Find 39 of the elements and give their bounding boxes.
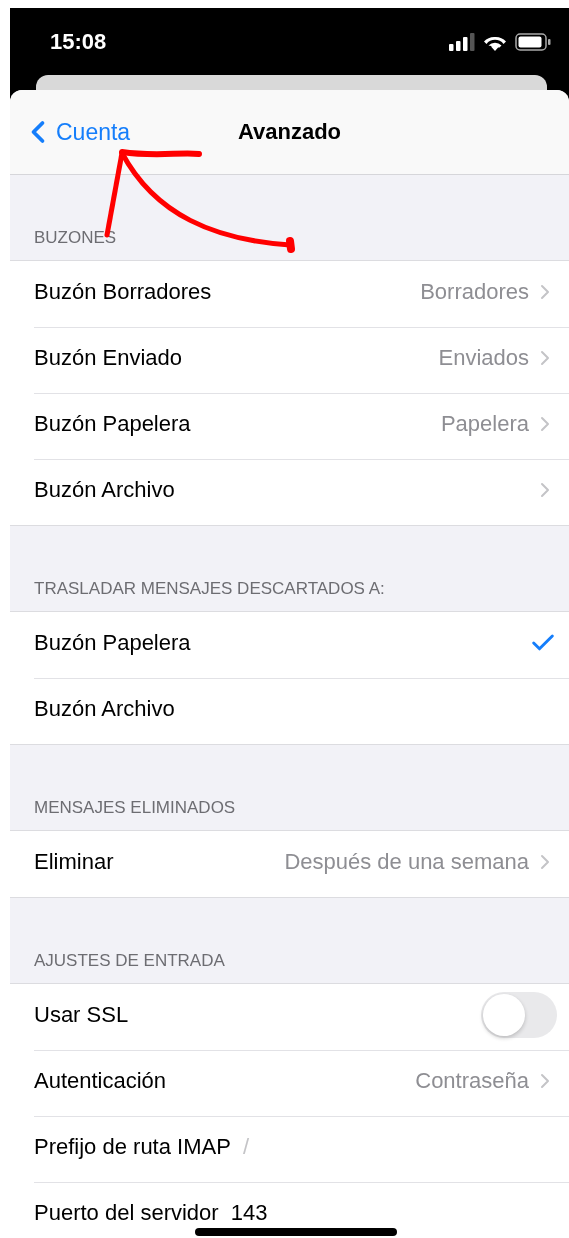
row-label: Eliminar — [34, 849, 114, 875]
input-field[interactable]: / — [242, 1134, 557, 1160]
row-value: Después de una semana — [284, 849, 529, 875]
list-row[interactable]: Buzón Enviado Enviados — [10, 327, 569, 393]
input-field[interactable]: 143 — [230, 1200, 557, 1226]
list-row[interactable]: Buzón Archivo — [10, 459, 569, 525]
row-label: Buzón Enviado — [34, 345, 182, 371]
list-row[interactable]: Autenticación Contraseña — [10, 1050, 569, 1116]
nav-title: Avanzado — [237, 119, 342, 145]
status-time: 15:08 — [50, 28, 107, 55]
back-button[interactable]: Cuenta — [10, 114, 131, 150]
list-row[interactable]: Puerto del servidor 143 — [10, 1182, 569, 1238]
list-row[interactable]: Buzón Papelera Papelera — [10, 393, 569, 459]
row-value: Enviados — [438, 345, 529, 371]
row-value: Borradores — [420, 279, 529, 305]
row-label: Puerto del servidor — [34, 1200, 219, 1226]
row-label: Buzón Archivo — [34, 696, 175, 722]
section-header: BUZONES — [34, 228, 117, 248]
row-label: Buzón Borradores — [34, 279, 212, 305]
section-header: AJUSTES DE ENTRADA — [34, 951, 225, 971]
list-row[interactable]: Buzón Papelera — [10, 612, 569, 678]
signal-icon — [449, 32, 475, 51]
row-label: Prefijo de ruta IMAP — [34, 1134, 231, 1160]
row-value: Papelera — [440, 411, 529, 437]
row-label: Buzón Papelera — [34, 411, 191, 437]
list-row[interactable]: Buzón Archivo — [10, 678, 569, 744]
section-header: MENSAJES ELIMINADOS — [34, 798, 236, 818]
row-label: Usar SSL — [34, 1002, 129, 1028]
toggle-switch[interactable] — [481, 992, 557, 1038]
list-row[interactable]: Usar SSL — [10, 984, 569, 1050]
row-value: Contraseña — [415, 1068, 529, 1094]
battery-icon — [515, 32, 551, 51]
section-header: TRASLADAR MENSAJES DESCARTADOS A: — [34, 579, 385, 599]
list-row[interactable]: Buzón Borradores Borradores — [10, 261, 569, 327]
row-label: Buzón Archivo — [34, 477, 175, 503]
row-label: Autenticación — [34, 1068, 167, 1094]
list-row[interactable]: Prefijo de ruta IMAP / — [10, 1116, 569, 1182]
row-label: Buzón Papelera — [34, 630, 191, 656]
list-row[interactable]: Eliminar Después de una semana — [10, 831, 569, 897]
